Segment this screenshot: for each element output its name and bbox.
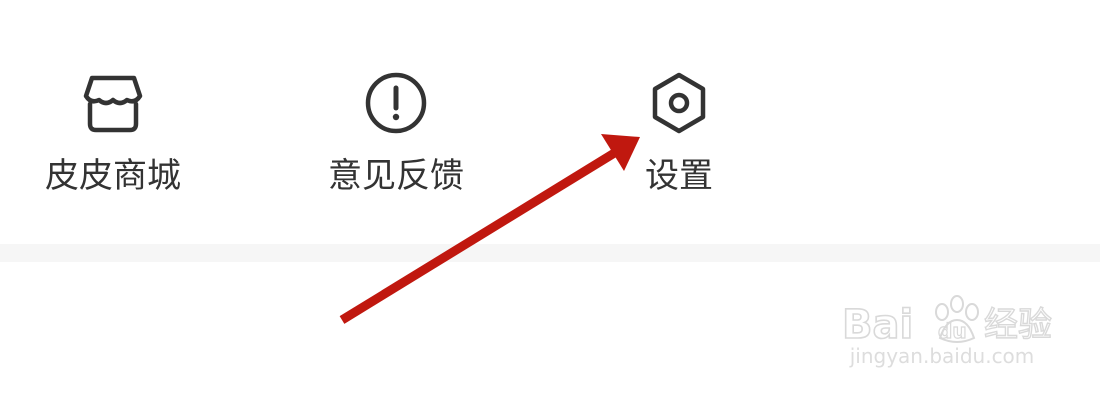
section-divider <box>0 244 1100 262</box>
svg-text:Bai: Bai <box>842 302 913 348</box>
baidu-jingyan-watermark: Bai du 经验 jingyan.baidu.com <box>842 282 1072 382</box>
menu-item-settings[interactable]: 设置 <box>594 62 764 212</box>
exclamation-circle-icon <box>363 70 429 136</box>
menu-item-feedback[interactable]: 意见反馈 <box>311 62 481 212</box>
settings-hexagon-icon <box>646 70 712 136</box>
menu-row: 皮皮商城 意见反馈 设置 <box>0 0 1100 244</box>
svg-text:经验: 经验 <box>984 305 1052 345</box>
watermark-url: jingyan.baidu.com <box>849 344 1035 368</box>
store-icon <box>80 70 146 136</box>
menu-item-label: 意见反馈 <box>328 156 464 196</box>
menu-item-label: 设置 <box>645 156 713 196</box>
menu-item-label: 皮皮商城 <box>45 156 181 196</box>
svg-text:du: du <box>938 319 967 343</box>
menu-item-pipi-mall[interactable]: 皮皮商城 <box>28 62 198 212</box>
baidu-logo-icon: Bai du 经验 <box>842 295 1053 349</box>
